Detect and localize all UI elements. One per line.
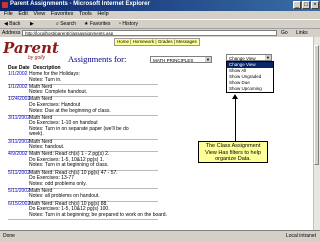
zone-indicator: Local intranet bbox=[285, 233, 316, 239]
callout-arrow bbox=[235, 97, 236, 141]
description-line: Notes: odd problems only. bbox=[29, 180, 87, 187]
menu-help[interactable]: Help bbox=[97, 11, 108, 17]
maximize-button[interactable]: □ bbox=[302, 1, 310, 9]
menu-file[interactable]: File bbox=[4, 11, 13, 17]
due-date[interactable]: 6/15/2002 bbox=[8, 201, 30, 208]
assignment-description: Home for the Holidays: Notes: Turn in. bbox=[29, 71, 179, 83]
assignment-description: Math Nerd Do Exercises: 1-10 on handout No… bbox=[29, 115, 179, 138]
address-input[interactable]: http://localhost/parent/classassignments… bbox=[22, 30, 277, 36]
description-line: Notes: Complete handout. bbox=[29, 89, 88, 96]
description-line: Notes: handout. bbox=[29, 144, 65, 151]
assignment-description: Math Nerd Notes: handout. bbox=[29, 139, 179, 151]
scrollbar-thumb[interactable] bbox=[314, 45, 319, 165]
due-date[interactable]: 1/1/2002 bbox=[8, 84, 27, 91]
assignment-description: Math Nerd Do Exercises: Handout Notes: Due… bbox=[29, 97, 179, 114]
chevron-down-icon: ▼ bbox=[205, 57, 211, 62]
assignment-description: Math Nerd: Read ch(s) 10 pg(s) 47 - 57. D… bbox=[29, 170, 179, 188]
due-date[interactable]: 3/11/2002 bbox=[8, 115, 30, 122]
description-line: Notes: Turn in at beginning; be prepared… bbox=[29, 211, 167, 218]
forward-icon[interactable]: ▶ bbox=[30, 21, 34, 27]
menu-favorites[interactable]: Favorites bbox=[51, 11, 74, 17]
description-line: week). bbox=[29, 131, 44, 138]
back-button[interactable]: ◀ Back bbox=[4, 21, 20, 27]
due-date[interactable]: 1/24/2002 bbox=[8, 97, 30, 103]
address-label: Address bbox=[2, 30, 21, 36]
search-button[interactable]: ⌕ Search bbox=[56, 21, 76, 27]
view-option[interactable]: Show Upcoming bbox=[227, 86, 273, 92]
assignments-for-label: Assignments for: bbox=[68, 54, 127, 64]
menu-edit[interactable]: Edit bbox=[18, 11, 27, 17]
ie-icon bbox=[2, 2, 8, 8]
logo-tagline: by golly bbox=[28, 55, 45, 61]
links-label[interactable]: Links bbox=[296, 30, 308, 36]
due-date[interactable]: 4/9/2002 bbox=[8, 152, 27, 158]
vertical-scrollbar[interactable] bbox=[313, 37, 320, 230]
class-select[interactable]: MATH PRINCIPLES ▼ bbox=[150, 56, 212, 63]
row-divider bbox=[8, 218, 158, 220]
window-title: Parent Assignments - Microsoft Internet … bbox=[10, 1, 150, 7]
view-select[interactable]: Change View ▼ bbox=[226, 54, 272, 61]
view-dropdown-list: Change View Show All Show Ungraded Show Due… bbox=[226, 61, 274, 93]
description-line: Notes: Due at the beginning of class. bbox=[29, 107, 111, 114]
history-button[interactable]: ◔ History bbox=[118, 21, 138, 27]
due-date[interactable]: 5/11/2002 bbox=[8, 188, 30, 195]
due-date[interactable]: 5/11/2002 bbox=[8, 170, 30, 177]
callout-note: The Class Assignment View Has filters to… bbox=[198, 141, 268, 163]
status-text: Done bbox=[3, 233, 15, 239]
due-date[interactable]: 3/11/2002 bbox=[8, 139, 30, 146]
assignment-description: Math Nerd Notes: Complete handout. bbox=[29, 84, 179, 96]
chevron-down-icon: ▼ bbox=[265, 55, 271, 60]
close-button[interactable]: × bbox=[311, 1, 319, 9]
address-bar: Address http://localhost/parent/classass… bbox=[0, 28, 320, 37]
go-button[interactable]: Go bbox=[281, 30, 288, 36]
menu-view[interactable]: View bbox=[33, 11, 45, 17]
description-line: Notes: all problems on handout. bbox=[29, 193, 100, 200]
menu-bar: File Edit View Favorites Tools Help bbox=[0, 11, 320, 19]
status-bar: Done Local intranet bbox=[0, 230, 320, 241]
minimize-button[interactable]: _ bbox=[293, 1, 301, 9]
assignment-description: Math Nerd: Read ch(s) 10 pg(s) 88. Do Exe… bbox=[29, 201, 179, 219]
nav-strip[interactable]: Home | Homework | Grades | Messages bbox=[114, 38, 200, 46]
menu-tools[interactable]: Tools bbox=[79, 11, 92, 17]
due-date[interactable]: 1/1/2002 bbox=[8, 71, 27, 78]
assignment-description: Math Nerd Notes: all problems on handout. bbox=[29, 188, 179, 200]
assignment-description: Math Nerd: Read ch(s) 1 - 2 pg(s) 2. Do E… bbox=[29, 152, 179, 169]
title-bar: Parent Assignments - Microsoft Internet … bbox=[0, 0, 320, 11]
description-line: Notes: Turn in. bbox=[29, 76, 62, 83]
page-content: Parent by golly Home | Homework | Grades… bbox=[0, 37, 320, 230]
favorites-button[interactable]: ★ Favorites bbox=[84, 21, 110, 27]
description-line: Notes: Turn in at beginning of class. bbox=[29, 162, 109, 169]
